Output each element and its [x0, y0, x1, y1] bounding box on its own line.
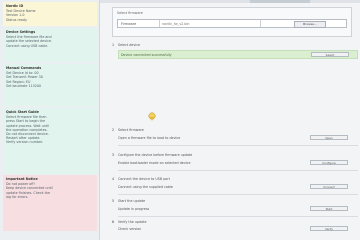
guide-line: Verify version number.: [6, 140, 44, 145]
firmware-select-label: Firmware: [121, 22, 137, 26]
device-info-title: Nordic ID: [6, 4, 24, 8]
settings-title: Device Settings: [6, 30, 36, 34]
guide-panel: Quick Start Guide Select firmware file t…: [3, 108, 97, 174]
step-number: 5: [112, 199, 115, 203]
firmware-form: Select firmware Firmware nordic_fw_v2.bi…: [112, 7, 352, 37]
success-text: Device connected successfully: [121, 53, 172, 57]
select-device-button[interactable]: Select: [311, 52, 349, 57]
step-label: Select firmware: [118, 128, 144, 132]
step-number: 6: [112, 220, 115, 224]
step-2: 2 Select firmware Open a firmware file t…: [112, 127, 358, 143]
step-sub: Enable bootloader mode on selected devic…: [118, 161, 191, 165]
start-button[interactable]: Start: [310, 206, 348, 211]
warning-panel: Important Notice Do not power off! Keep …: [3, 175, 97, 231]
configure-button[interactable]: Configure: [310, 160, 348, 165]
step-label: Select device: [118, 43, 141, 47]
step-4: 4 Connect the device to USB port Connect…: [112, 176, 358, 192]
step-sub: Update in progress: [118, 207, 150, 211]
divider: [118, 216, 358, 217]
busy-cursor-icon: [148, 112, 156, 121]
divider: [118, 194, 358, 195]
commands-title: Manual Commands: [6, 66, 42, 70]
step-6: 6 Verify the update Check version Verify: [112, 219, 358, 235]
step-label: Configure the device before firmware upd…: [118, 153, 193, 157]
step-number: 2: [112, 128, 115, 132]
commands-panel: Manual Commands Set Device Id to: 00 Set…: [3, 64, 97, 106]
browse-button[interactable]: Browse...: [294, 21, 326, 28]
guide-title: Quick Start Guide: [6, 110, 39, 114]
step-number: 4: [112, 177, 115, 181]
settings-panel: Device Settings Select the firmware file…: [3, 28, 97, 62]
divider: [118, 170, 358, 171]
verify-button[interactable]: Verify: [310, 226, 348, 231]
connect-button[interactable]: Connect: [310, 184, 348, 189]
step-number: 1: [112, 43, 115, 47]
sidebar: Nordic ID Test Device Name Version 1.0 S…: [0, 0, 100, 240]
step-sub: Check version: [118, 227, 142, 231]
divider: [118, 145, 358, 146]
device-info-line: Status ready: [6, 17, 27, 22]
step-label: Verify the update: [118, 220, 147, 224]
step-sub: Connect using the supplied cable: [118, 185, 173, 189]
step-sub: Open a firmware file to load to device: [118, 136, 181, 140]
command-link[interactable]: Set baudrate 115200: [6, 84, 94, 88]
firmware-path-value: nordic_fw_v2.bin: [162, 22, 190, 26]
step-label: Start the update: [118, 199, 146, 203]
step-number: 3: [112, 153, 115, 157]
step-5: 5 Start the update Update in progress St…: [112, 198, 358, 214]
step-label: Connect the device to USB port: [118, 177, 170, 181]
firmware-field[interactable]: Firmware nordic_fw_v2.bin Browse...: [117, 19, 347, 28]
success-banner: Device connected successfully Select: [118, 50, 358, 59]
warning-title: Important Notice: [6, 177, 38, 181]
warning-line: log for errors.: [6, 194, 29, 199]
form-label: Select firmware: [117, 11, 143, 15]
settings-line: Connect using USB cable.: [6, 43, 49, 48]
top-toolbar: [100, 0, 360, 3]
device-info-panel: Nordic ID Test Device Name Version 1.0 S…: [3, 2, 97, 26]
step-3: 3 Configure the device before firmware u…: [112, 152, 358, 168]
open-firmware-button[interactable]: Open: [310, 135, 348, 140]
active-tab[interactable]: [250, 0, 310, 3]
